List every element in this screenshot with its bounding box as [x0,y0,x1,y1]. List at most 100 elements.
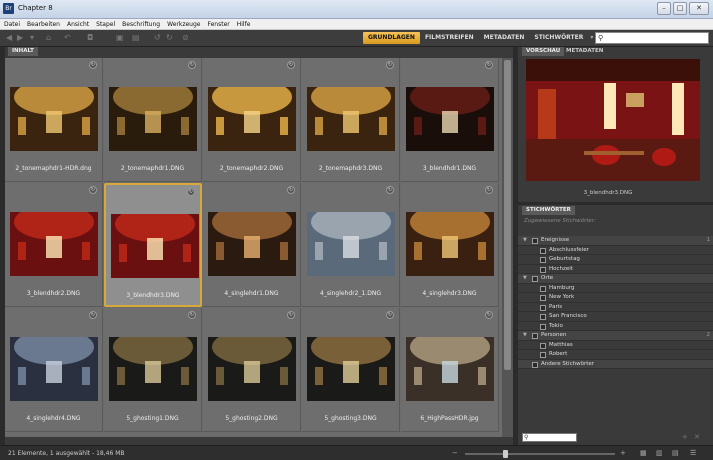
keyword-search-input[interactable]: ⚲ [522,433,577,442]
thumbnail-cell[interactable]: ↻ 2_tonemaphdr2.DNG [203,58,301,182]
sync-icon: ↻ [386,186,394,194]
expand-triangle-icon[interactable]: ▼ [523,236,527,245]
keyword-checkbox[interactable] [532,361,538,368]
keyword-checkbox[interactable] [532,238,538,244]
thumbnail-cell[interactable]: ↻ 5_ghosting3.DNG [302,308,400,432]
keyword-checkbox[interactable] [540,314,546,320]
workspace-filmstreifen[interactable]: FILMSTREIFEN [420,32,479,44]
thumbnail-cell[interactable]: ↻ 5_ghosting2.DNG [203,308,301,432]
tab-keywords[interactable]: STICHWÖRTER [522,206,575,215]
open-in-icon[interactable]: ▤ [132,33,140,43]
maximize-icon[interactable]: □ [673,2,687,15]
tab-preview[interactable]: VORSCHAU [522,47,565,56]
rotate-left-icon[interactable]: ↺ [154,33,161,43]
chevron-down-icon[interactable]: ▾ [588,32,593,44]
thumbnail-cell[interactable]: ↻ 6_HighPassHDR.jpg [401,308,499,432]
thumbnail-cell[interactable]: ↻ 4_singlehdr3.DNG [401,183,499,307]
sync-icon: ↻ [386,311,394,319]
view-details-icon[interactable]: ▤ [672,449,679,457]
keyword-item[interactable]: New York [518,293,713,303]
keyword-item[interactable]: Geburtstag [518,255,713,265]
keyword-item[interactable]: San Francisco [518,312,713,322]
zoom-out-icon[interactable]: − [452,449,458,457]
keyword-group[interactable]: ▼ Personen 2 [518,331,713,341]
minimize-icon[interactable]: – [657,2,671,15]
menu-datei[interactable]: Datei [4,21,20,28]
thumbnail-cell[interactable]: ↻ 3_blendhdr2.DNG [5,183,103,307]
back-icon[interactable]: ◀ [6,33,12,43]
search-box[interactable]: ⚲ [595,32,709,44]
zoom-in-icon[interactable]: + [620,449,626,457]
view-list-icon[interactable]: ☰ [690,449,696,457]
tab-metadata[interactable]: METADATEN [562,47,607,56]
keyword-item[interactable]: Matthias [518,341,713,350]
refine-icon[interactable]: ▣ [116,33,124,43]
keyword-checkbox[interactable] [540,304,546,311]
delete-keyword-icon[interactable]: ✕ [694,433,700,442]
search-input[interactable] [608,34,704,43]
keyword-checkbox[interactable] [540,257,546,263]
thumbnail-image [406,87,494,151]
thumbnail-label: 3_blendhdr1.DNG [422,165,477,172]
content-scrollbar[interactable] [502,58,513,437]
expand-triangle-icon[interactable]: ▼ [523,331,527,340]
menu-ansicht[interactable]: Ansicht [67,21,89,28]
thumbnail-cell[interactable]: ↻ 2_tonemaphdr1.DNG [104,58,202,182]
keyword-group[interactable]: ▼ Ereignisse 1 [518,236,713,246]
thumbnail-cell[interactable]: ↻ 4_singlehdr4.DNG [5,308,103,432]
thumbnail-cell[interactable]: ↻ 4_singlehdr1.DNG [203,183,301,307]
tab-content[interactable]: INHALT [8,47,38,56]
delete-icon[interactable]: ⊘ [182,33,189,43]
keyword-item[interactable]: Paris [518,303,713,312]
menu-fenster[interactable]: Fenster [207,21,229,28]
keyword-checkbox[interactable] [540,295,546,301]
keyword-checkbox[interactable] [540,266,546,273]
keyword-group[interactable]: ▼ Orte [518,274,713,284]
camera-icon[interactable]: ◘ [87,33,93,43]
workspace-metadaten[interactable]: METADATEN [479,32,530,44]
workspace-stichwoerter[interactable]: STICHWÖRTER [529,32,588,44]
keyword-checkbox[interactable] [540,247,546,254]
recent-icon[interactable]: ▾ [30,33,34,43]
thumbnail-cell[interactable]: ↻ 2_tonemaphdr1-HDR.dng [5,58,103,182]
keyword-item[interactable]: Abschlussfeier [518,246,713,255]
slider-handle[interactable] [503,450,508,458]
keyword-item[interactable]: Robert [518,350,713,360]
thumbnail-cell[interactable]: ↻ 3_blendhdr1.DNG [401,58,499,182]
thumbnail-size-slider[interactable] [465,450,615,458]
thumbnail-label: 4_singlehdr2_1.DNG [320,290,381,297]
boomerang-icon[interactable]: ↶ [64,33,71,43]
keyword-item[interactable]: Hochzeit [518,265,713,274]
home-icon[interactable]: ⌂ [46,33,51,43]
forward-icon[interactable]: ▶ [17,33,23,43]
preview-image[interactable] [526,59,700,181]
scrollbar-thumb[interactable] [504,60,511,370]
thumbnail-cell[interactable]: ↻ 3_blendhdr3.DNG [104,183,202,307]
keyword-label: Geburtstag [549,256,580,262]
menu-beschriftung[interactable]: Beschriftung [122,21,160,28]
rotate-right-icon[interactable]: ↻ [166,33,173,43]
view-thumbnails-icon[interactable]: ▥ [656,449,663,457]
keyword-checkbox[interactable] [540,285,546,292]
thumbnail-cell[interactable]: ↻ 2_tonemaphdr3.DNG [302,58,400,182]
menu-werkzeuge[interactable]: Werkzeuge [167,21,200,28]
menu-bearbeiten[interactable]: Bearbeiten [27,21,60,28]
keyword-checkbox[interactable] [540,323,546,330]
menu-stapel[interactable]: Stapel [96,21,115,28]
keyword-item[interactable]: Tokio [518,322,713,331]
thumbnail-cell[interactable]: ↻ 4_singlehdr2_1.DNG [302,183,400,307]
new-keyword-icon[interactable]: + [682,433,688,442]
close-icon[interactable]: ✕ [689,2,709,15]
thumbnail-cell[interactable]: ↻ 5_ghosting1.DNG [104,308,202,432]
keyword-group[interactable]: Andere Stichwörter [518,359,713,369]
window-title: Chapter 8 [18,4,53,12]
grid-lock-icon[interactable]: ▦ [640,449,647,457]
keyword-checkbox[interactable] [540,352,546,358]
keyword-item[interactable]: Hamburg [518,284,713,293]
menu-hilfe[interactable]: Hilfe [237,21,251,28]
keyword-checkbox[interactable] [532,276,538,282]
keyword-checkbox[interactable] [532,333,538,339]
keyword-checkbox[interactable] [540,342,546,349]
expand-triangle-icon[interactable]: ▼ [523,274,527,283]
workspace-grundlagen[interactable]: GRUNDLAGEN [363,32,420,44]
